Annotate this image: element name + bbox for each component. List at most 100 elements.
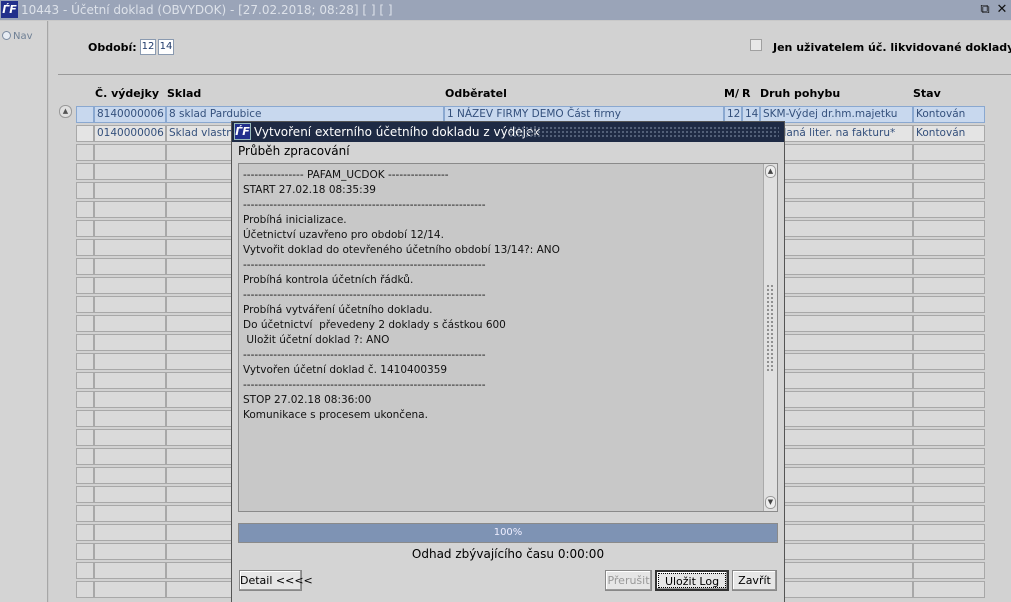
empty-cell[interactable] — [94, 182, 166, 199]
row-selector[interactable] — [76, 125, 94, 142]
empty-cell[interactable] — [76, 543, 94, 560]
close-window-button[interactable]: ✕ — [995, 2, 1009, 17]
empty-cell[interactable] — [94, 353, 166, 370]
empty-cell[interactable] — [76, 524, 94, 541]
empty-cell[interactable] — [76, 182, 94, 199]
empty-cell[interactable] — [913, 448, 985, 465]
row-selector[interactable] — [76, 106, 94, 123]
period-from-field[interactable]: 12 — [140, 39, 156, 55]
empty-cell[interactable] — [76, 315, 94, 332]
table-scroll-up-button[interactable]: ▲ — [59, 105, 72, 118]
period-to-field[interactable]: 14 — [158, 39, 174, 55]
empty-cell[interactable] — [76, 163, 94, 180]
empty-cell[interactable] — [94, 372, 166, 389]
empty-cell[interactable] — [913, 220, 985, 237]
empty-cell[interactable] — [913, 486, 985, 503]
empty-cell[interactable] — [913, 524, 985, 541]
empty-cell[interactable] — [913, 239, 985, 256]
empty-cell[interactable] — [94, 315, 166, 332]
empty-cell[interactable] — [913, 182, 985, 199]
empty-cell[interactable] — [76, 201, 94, 218]
empty-cell[interactable] — [94, 543, 166, 560]
column-header-m[interactable]: M/ — [724, 87, 739, 100]
table-cell-stav[interactable]: Kontován — [913, 106, 985, 123]
empty-cell[interactable] — [913, 144, 985, 161]
empty-cell[interactable] — [913, 467, 985, 484]
empty-cell[interactable] — [94, 448, 166, 465]
empty-cell[interactable] — [913, 163, 985, 180]
empty-cell[interactable] — [94, 334, 166, 351]
empty-cell[interactable] — [94, 524, 166, 541]
scroll-down-icon[interactable]: ▼ — [765, 496, 776, 509]
restore-window-button[interactable]: ⧉ — [978, 2, 992, 17]
empty-cell[interactable] — [76, 410, 94, 427]
empty-cell[interactable] — [76, 486, 94, 503]
empty-cell[interactable] — [94, 277, 166, 294]
empty-cell[interactable] — [94, 429, 166, 446]
empty-cell[interactable] — [94, 391, 166, 408]
empty-cell[interactable] — [94, 486, 166, 503]
empty-cell[interactable] — [76, 220, 94, 237]
empty-cell[interactable] — [94, 410, 166, 427]
empty-cell[interactable] — [76, 144, 94, 161]
table-cell-cislo[interactable]: 8140000006 — [94, 106, 166, 123]
empty-cell[interactable] — [94, 201, 166, 218]
empty-cell[interactable] — [913, 391, 985, 408]
empty-cell[interactable] — [913, 258, 985, 275]
empty-cell[interactable] — [94, 467, 166, 484]
empty-cell[interactable] — [913, 296, 985, 313]
empty-cell[interactable] — [94, 220, 166, 237]
empty-cell[interactable] — [76, 372, 94, 389]
empty-cell[interactable] — [94, 581, 166, 598]
table-cell-stav[interactable]: Kontován — [913, 125, 985, 142]
log-scrollbar[interactable]: ▲ ▼ — [763, 164, 777, 511]
empty-cell[interactable] — [76, 505, 94, 522]
empty-cell[interactable] — [76, 448, 94, 465]
empty-cell[interactable] — [913, 201, 985, 218]
empty-cell[interactable] — [913, 334, 985, 351]
empty-cell[interactable] — [76, 581, 94, 598]
empty-cell[interactable] — [94, 258, 166, 275]
empty-cell[interactable] — [76, 562, 94, 579]
empty-cell[interactable] — [76, 296, 94, 313]
empty-cell[interactable] — [94, 239, 166, 256]
empty-cell[interactable] — [94, 144, 166, 161]
empty-cell[interactable] — [76, 239, 94, 256]
empty-cell[interactable] — [76, 391, 94, 408]
empty-cell[interactable] — [76, 429, 94, 446]
column-header-r[interactable]: R — [742, 87, 750, 100]
empty-cell[interactable] — [94, 296, 166, 313]
empty-cell[interactable] — [94, 163, 166, 180]
empty-cell[interactable] — [76, 334, 94, 351]
detail-button[interactable]: Detail <<<< — [239, 570, 313, 591]
column-header-druh[interactable]: Druh pohybu — [760, 87, 840, 100]
empty-cell[interactable] — [913, 277, 985, 294]
empty-cell[interactable] — [76, 258, 94, 275]
close-dialog-button[interactable]: Zavřít — [732, 570, 777, 591]
empty-cell[interactable] — [94, 505, 166, 522]
only-user-checkbox[interactable] — [750, 39, 762, 51]
empty-cell[interactable] — [913, 410, 985, 427]
log-output[interactable]: ---------------- PAFAM_UCDOK -----------… — [238, 163, 778, 512]
column-header-stav[interactable]: Stav — [913, 87, 941, 100]
save-log-button[interactable]: Uložit Log — [655, 570, 729, 591]
empty-cell[interactable] — [76, 353, 94, 370]
column-header-cislo[interactable]: Č. výdejky — [95, 87, 159, 100]
scroll-up-icon[interactable]: ▲ — [765, 165, 776, 178]
empty-cell[interactable] — [913, 562, 985, 579]
column-header-sklad[interactable]: Sklad — [167, 87, 201, 100]
empty-cell[interactable] — [76, 467, 94, 484]
scroll-thumb[interactable] — [766, 284, 774, 372]
empty-cell[interactable] — [94, 562, 166, 579]
empty-cell[interactable] — [913, 429, 985, 446]
empty-cell[interactable] — [76, 277, 94, 294]
empty-cell[interactable] — [913, 315, 985, 332]
empty-cell[interactable] — [913, 353, 985, 370]
empty-cell[interactable] — [913, 543, 985, 560]
table-cell-cislo[interactable]: 0140000006 — [94, 125, 166, 142]
column-header-odberatel[interactable]: Odběratel — [445, 87, 507, 100]
empty-cell[interactable] — [913, 505, 985, 522]
empty-cell[interactable] — [913, 581, 985, 598]
empty-cell[interactable] — [913, 372, 985, 389]
dialog-titlebar[interactable]: ЃF Vytvoření externího účetního dokladu … — [232, 122, 784, 142]
